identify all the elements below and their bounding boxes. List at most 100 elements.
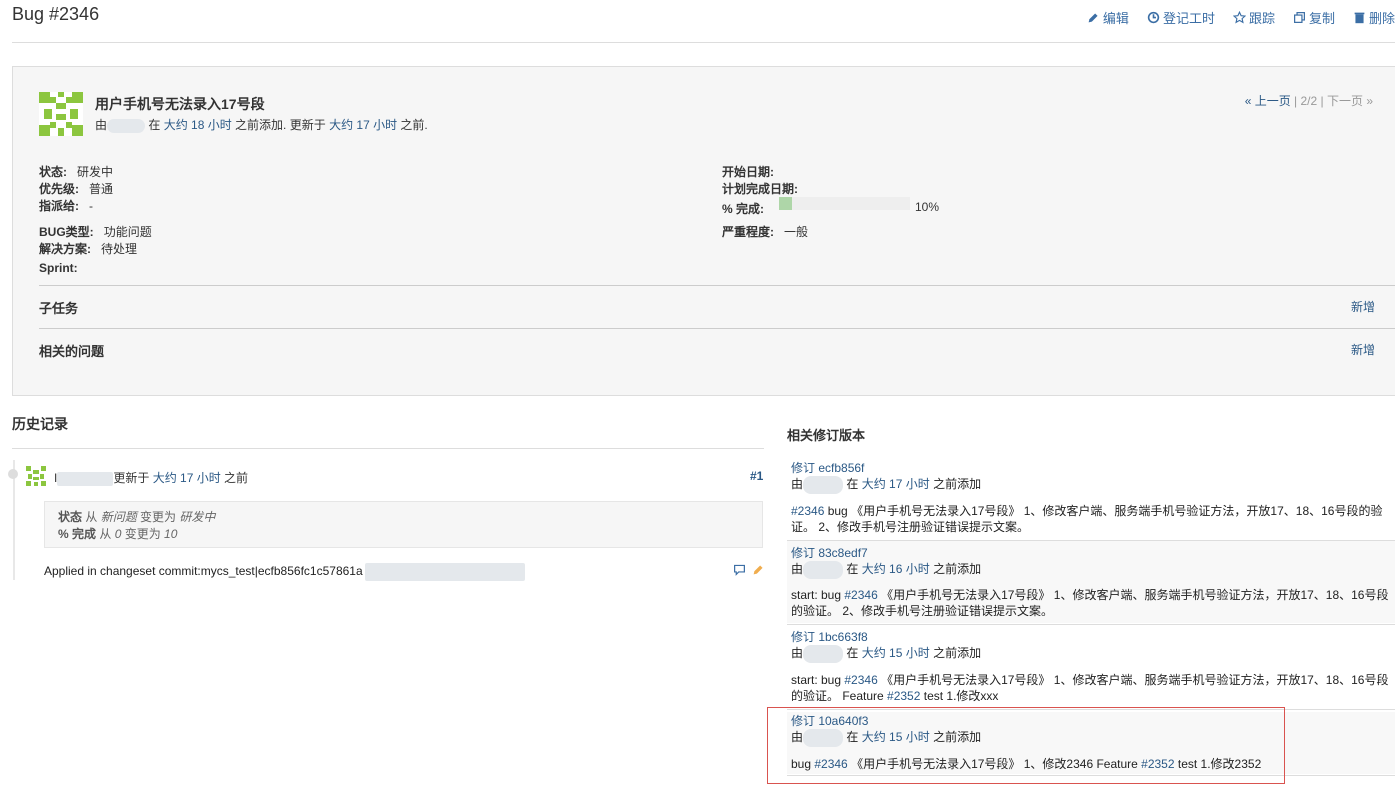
add-relation-link[interactable]: 新增: [1351, 341, 1375, 358]
comment-text: 《用户手机号无法录入17号段》 1、修改客户端、服务端手机号验证方法，开放17、…: [791, 588, 1389, 618]
attr-sprint-label: Sprint:: [39, 261, 78, 275]
changeset-comments: start: bug #2346 《用户手机号无法录入17号段》 1、修改客户端…: [791, 587, 1389, 619]
page-title: Bug #2346: [12, 4, 100, 24]
watch-label: 跟踪: [1248, 10, 1275, 26]
ago-suffix: 之前添加: [929, 477, 982, 491]
attr-priority: 优先级: 普通: [39, 180, 113, 197]
added-suffix: 之前添加. 更新于: [231, 118, 330, 132]
revision-link[interactable]: 修订 1bc663f8: [791, 628, 868, 645]
history-title: 历史记录: [12, 416, 68, 432]
subtasks-title: 子任务: [39, 301, 79, 316]
attr-priority-value: 普通: [89, 182, 114, 196]
journal-detail-item: % 完成 从 0 变更为 10: [58, 525, 177, 542]
comment-text: 《用户手机号无法录入17号段》 1、修改客户端、服务端手机号验证方法，开放17、…: [791, 673, 1389, 703]
pencil-icon: [1088, 12, 1098, 22]
journal-suffix: 之前: [220, 471, 249, 485]
detail-new: 10: [164, 527, 178, 541]
comment-prefix: start: bug: [791, 588, 845, 602]
changeset-ago-link[interactable]: 大约 15 小时: [862, 646, 930, 660]
pencil-icon[interactable]: [752, 563, 765, 576]
next-page-link[interactable]: 下一页 »: [1327, 94, 1373, 108]
issue-author-line: 由 在 大约 18 小时 之前添加. 更新于 大约 17 小时 之前.: [95, 116, 428, 133]
attr-bug-type-value: 功能问题: [103, 225, 152, 239]
journal-detail-item: 状态 从 新问题 变更为 研发中: [58, 508, 215, 525]
by-label: 由: [791, 646, 804, 660]
ago-suffix: 之前添加: [929, 646, 982, 660]
add-subtask-link[interactable]: 新增: [1351, 298, 1375, 315]
log-time-button[interactable]: 登记工时: [1147, 8, 1215, 26]
pager-position: | 2/2 |: [1290, 94, 1327, 108]
journal-number-link[interactable]: #1: [750, 469, 763, 483]
quote-icon[interactable]: [733, 563, 746, 576]
detail-to: 变更为: [136, 510, 180, 524]
attr-sprint: Sprint:: [39, 261, 78, 275]
journal-author-redacted: [57, 471, 114, 486]
issue-ref-link[interactable]: #2346: [791, 504, 824, 518]
attr-due-date-label: 计划完成日期:: [722, 182, 798, 196]
attr-resolution-label: 解决方案:: [39, 242, 91, 256]
detail-to: 变更为: [121, 527, 165, 541]
attr-assignee-value: -: [89, 199, 94, 213]
prev-page-link[interactable]: « 上一页: [1245, 94, 1291, 108]
detail-field: 状态: [58, 510, 83, 524]
detail-field: % 完成: [58, 527, 97, 541]
journal-updated-label: 更新于: [113, 471, 153, 485]
updated-ago-link[interactable]: 大约 17 小时: [329, 118, 397, 132]
progress-fill: [779, 197, 792, 210]
clock-icon: [1147, 11, 1160, 23]
edit-button[interactable]: 编辑: [1087, 8, 1129, 26]
issue-ref-link[interactable]: #2346: [844, 588, 877, 602]
detail-old: 新问题: [100, 510, 137, 524]
at-label: 在: [846, 646, 862, 660]
revision-link[interactable]: 修订 83c8edf7: [791, 544, 868, 561]
changeset-author: 由 在 大约 15 小时 之前添加: [791, 644, 981, 663]
journal-notes: Applied in changeset commit:mycs_test|ec…: [44, 563, 525, 581]
issue-ref-link[interactable]: #2346: [844, 673, 877, 687]
issue-pager: « 上一页 | 2/2 | 下一页 »: [1245, 92, 1373, 109]
updated-suffix: 之前.: [397, 118, 428, 132]
log-time-label: 登记工时: [1162, 10, 1215, 26]
attr-severity-label: 严重程度:: [722, 225, 774, 239]
revision-link[interactable]: 修订 ecfb856f: [791, 459, 864, 476]
attr-start-date: 开始日期:: [722, 163, 774, 180]
changeset-comments: #2346 bug 《用户手机号无法录入17号段》 1、修改客户端、服务端手机号…: [791, 503, 1389, 535]
journal-ago-link[interactable]: 大约 17 小时: [153, 471, 221, 485]
added-ago-link[interactable]: 大约 18 小时: [164, 118, 232, 132]
comment-text: test 1.修改xxx: [920, 689, 999, 703]
changeset-item: 修订 1bc663f8 由 在 大约 15 小时 之前添加 start: bug…: [787, 628, 1395, 708]
history-divider: [12, 448, 764, 449]
attr-due-date: 计划完成日期:: [722, 180, 798, 197]
author-redacted: [803, 560, 844, 579]
star-icon: [1232, 10, 1246, 24]
copy-label: 复制: [1308, 10, 1335, 26]
delete-button[interactable]: 删除: [1353, 8, 1395, 26]
by-label: 由: [791, 477, 804, 491]
detail-new: 研发中: [179, 510, 216, 524]
delete-label: 删除: [1368, 10, 1395, 26]
edit-label: 编辑: [1102, 10, 1129, 26]
attr-priority-label: 优先级:: [39, 182, 79, 196]
author-avatar: [39, 92, 83, 136]
author-redacted: [803, 644, 844, 663]
attr-done: % 完成:: [722, 200, 764, 217]
issue-ref-link[interactable]: #2352: [887, 689, 920, 703]
trash-icon: [1354, 12, 1365, 23]
changeset-author: 由 在 大约 16 小时 之前添加: [791, 560, 981, 579]
relations-title: 相关的问题: [39, 344, 105, 359]
progress-bar: [779, 197, 910, 210]
journal-header: I 更新于 大约 17 小时 之前: [54, 469, 248, 486]
attr-done-label: % 完成:: [722, 202, 765, 216]
attr-status-label: 状态:: [39, 165, 67, 179]
copy-button[interactable]: 复制: [1293, 8, 1335, 26]
journal-notes-text: Applied in changeset commit:mycs_test|ec…: [44, 564, 363, 579]
by-label: 由: [95, 118, 108, 132]
attr-start-date-label: 开始日期:: [722, 165, 774, 179]
changeset-ago-link[interactable]: 大约 17 小时: [862, 477, 930, 491]
author-redacted: [803, 475, 844, 494]
at-label: 在: [846, 477, 862, 491]
highlight-box: [767, 707, 1285, 784]
changeset-divider: [787, 624, 1395, 625]
changeset-item: 修订 83c8edf7 由 在 大约 16 小时 之前添加 start: bug…: [787, 541, 1395, 623]
changeset-ago-link[interactable]: 大约 16 小时: [862, 562, 930, 576]
watch-button[interactable]: 跟踪: [1232, 8, 1275, 26]
